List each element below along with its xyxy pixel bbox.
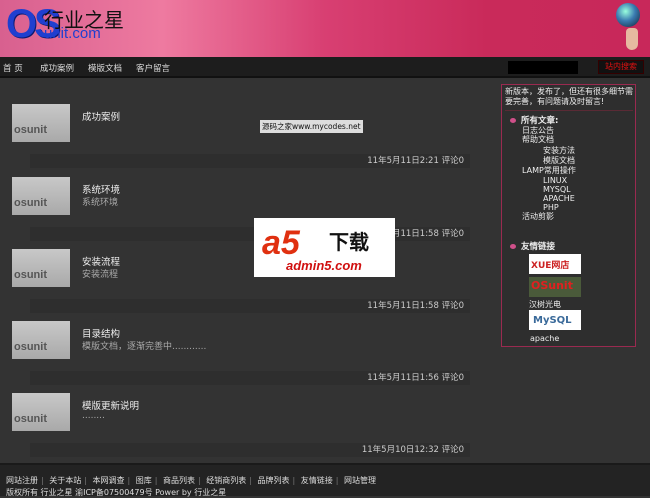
post-title[interactable]: 安装流程: [82, 254, 120, 268]
header-banner: OS 行业之星 unit.com: [0, 0, 650, 57]
post-meta: 11年5月11日1:56 评论0: [30, 371, 470, 385]
post-item: osunit 安装流程 安装流程 11年5月11日1:58 评论0: [12, 249, 482, 321]
post-thumbnail[interactable]: osunit: [12, 177, 70, 215]
articles-heading: 所有文章:: [510, 114, 558, 126]
a5-url: admin5.com: [286, 258, 362, 273]
a5-download-text: 下载: [329, 230, 369, 254]
post-desc: 安装流程: [82, 270, 119, 280]
nav-messages[interactable]: 客户留言: [136, 62, 170, 74]
article-link[interactable]: 模版文档: [543, 156, 575, 165]
globe-icon: [616, 3, 640, 27]
articles-heading-label: 所有文章:: [521, 116, 559, 126]
nav-home[interactable]: 首 页: [3, 62, 23, 74]
bullet-icon: [510, 244, 516, 249]
post-item: osunit 成功案例 11年5月11日2:21 评论0: [12, 104, 482, 176]
post-item: osunit 目录结构 模版文档，逐渐完善中............ 11年5月…: [12, 321, 482, 393]
separator: |: [127, 476, 131, 485]
post-title[interactable]: 模版更新说明: [82, 398, 139, 412]
post-meta: 11年5月11日1:58 评论0: [30, 227, 470, 241]
friend-link[interactable]: apache: [530, 334, 559, 343]
post-meta: 11年5月11日2:21 评论0: [30, 154, 470, 168]
post-desc: 模版文档，逐渐完善中............: [82, 342, 207, 352]
watermark-a5-logo: a5 下载 admin5.com: [254, 218, 395, 277]
footer-link[interactable]: 经销商列表: [206, 476, 246, 485]
sidebar: 新版本，发布了，但还有很多细节需要完善，有问题请及时留言! 所有文章: 日志公告…: [501, 84, 636, 347]
post-item: osunit 系统环境 系统环境 11年5月11日1:58 评论0: [12, 177, 482, 249]
separator: |: [249, 476, 252, 485]
footer-link[interactable]: 网站注册: [6, 476, 38, 485]
links-heading: 友情链接: [510, 240, 555, 252]
separator: |: [84, 476, 87, 485]
post-thumbnail[interactable]: osunit: [12, 393, 70, 431]
nav-bar: 首 页 成功案例 模版文档 客户留言 站内搜索: [0, 57, 650, 78]
search-button[interactable]: 站内搜索: [598, 60, 644, 74]
watermark-mycodes: 源码之家www.mycodes.net: [260, 120, 363, 133]
separator: |: [198, 476, 201, 485]
post-title[interactable]: 系统环境: [82, 182, 120, 196]
copyright: 版权所有 行业之星 渝ICP备07500479号 Power by 行业之星: [6, 488, 227, 497]
hand-icon: [626, 28, 638, 50]
article-link[interactable]: APACHE: [543, 194, 575, 203]
footer-link[interactable]: 图库: [136, 476, 152, 485]
post-desc: ........: [82, 411, 105, 421]
post-title[interactable]: 成功案例: [82, 109, 120, 123]
article-link[interactable]: LINUX: [543, 176, 567, 185]
bullet-icon: [510, 118, 516, 123]
post-thumbnail[interactable]: osunit: [12, 249, 70, 287]
article-link[interactable]: 日志公告: [522, 126, 554, 135]
post-meta: 11年5月11日1:58 评论0: [30, 299, 470, 313]
footer-link[interactable]: 品牌列表: [258, 476, 290, 485]
post-thumbnail[interactable]: osunit: [12, 321, 70, 359]
search-input[interactable]: [508, 61, 578, 74]
article-link[interactable]: LAMP常用操作: [522, 166, 576, 175]
friend-link-logo[interactable]: OSunit: [529, 277, 581, 297]
article-link[interactable]: MYSQL: [543, 185, 571, 194]
post-item: osunit 模版更新说明 ........ 11年5月10日12:32 评论0: [12, 393, 482, 465]
post-desc: 系统环境: [82, 198, 119, 208]
separator: |: [335, 476, 339, 485]
footer-links: 网站注册 | 关于本站 | 本网调查 | 图库 | 商品列表 | 经销商列表 | 品牌列表 |…: [6, 475, 376, 486]
separator: |: [154, 476, 158, 485]
article-link[interactable]: PHP: [543, 203, 559, 212]
friend-link[interactable]: 汉树光电: [529, 300, 561, 309]
friend-link-logo[interactable]: MySQL: [529, 310, 581, 330]
sidebar-notice: 新版本，发布了，但还有很多细节需要完善，有问题请及时留言!: [505, 87, 633, 111]
nav-cases[interactable]: 成功案例: [40, 62, 74, 74]
friend-link-logo[interactable]: XUE网店: [529, 254, 581, 274]
article-link[interactable]: 活动剪影: [522, 212, 554, 221]
post-meta: 11年5月10日12:32 评论0: [30, 443, 470, 457]
links-heading-label: 友情链接: [521, 242, 556, 252]
footer: 网站注册 | 关于本站 | 本网调查 | 图库 | 商品列表 | 经销商列表 | 品牌列表 |…: [0, 463, 650, 497]
post-title[interactable]: 目录结构: [82, 326, 120, 340]
post-thumbnail[interactable]: osunit: [12, 104, 70, 142]
separator: |: [41, 476, 44, 485]
footer-link[interactable]: 商品列表: [163, 476, 195, 485]
footer-link[interactable]: 本网调查: [93, 476, 125, 485]
article-link[interactable]: 安装方法: [543, 146, 575, 155]
footer-link[interactable]: 网站管理: [344, 476, 376, 485]
article-link[interactable]: 帮助文档: [522, 135, 554, 144]
nav-docs[interactable]: 模版文档: [88, 62, 122, 74]
separator: |: [292, 476, 296, 485]
logo-domain: unit.com: [44, 25, 101, 42]
footer-link[interactable]: 友情链接: [301, 476, 333, 485]
footer-link[interactable]: 关于本站: [49, 476, 81, 485]
